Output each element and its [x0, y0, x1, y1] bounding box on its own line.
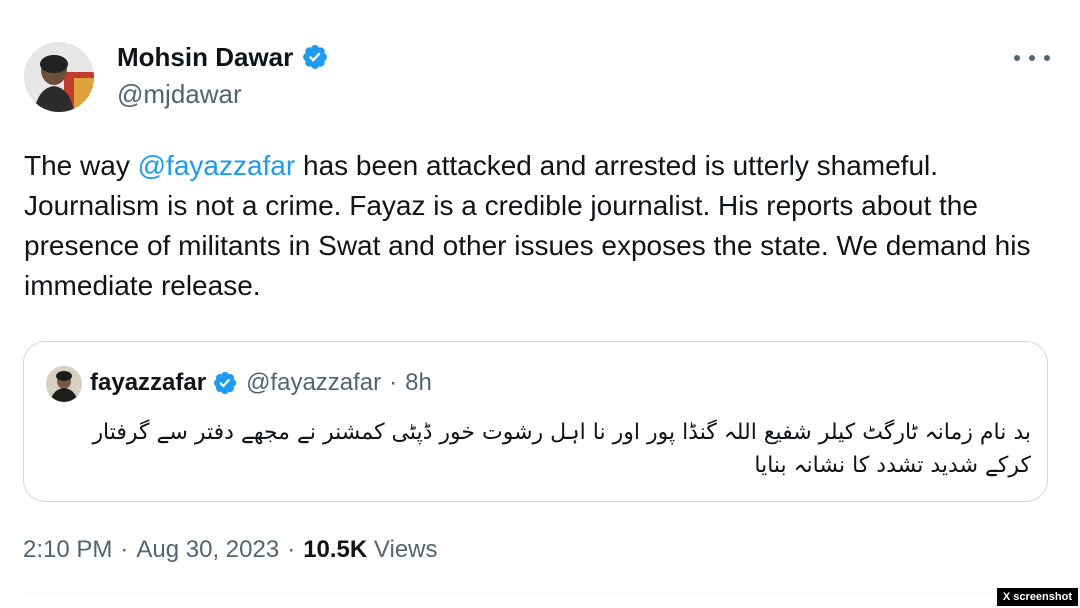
quote-text: بد نام زمانہ ٹارگٹ کیلر شفیع اللہ گنڈا پ… [92, 420, 1031, 478]
quote-author-avatar[interactable] [46, 366, 82, 402]
quote-author-name[interactable]: fayazzafar [90, 368, 206, 398]
more-dot [1014, 55, 1020, 61]
views-label: Views [373, 536, 438, 563]
divider [23, 593, 1060, 594]
author-name-row[interactable]: Mohsin Dawar [117, 42, 329, 72]
author-handle[interactable]: @mjdawar [117, 78, 242, 110]
quote-header: fayazzafar @fayazzafar · 8h [90, 368, 432, 398]
verified-badge-icon [303, 45, 328, 69]
more-options-icon[interactable] [1014, 46, 1050, 70]
tweet-meta: 2:10 PM · Aug 30, 2023 · 10.5K Views [23, 534, 438, 566]
author-avatar[interactable] [24, 42, 94, 112]
views-count: 10.5K [303, 536, 368, 563]
author-avatar-image [24, 42, 94, 112]
tweet-date[interactable]: Aug 30, 2023 [136, 536, 279, 563]
tweet-time[interactable]: 2:10 PM [23, 536, 112, 563]
more-dot [1029, 55, 1035, 61]
meta-separator: · [120, 536, 129, 563]
quote-avatar-image [46, 366, 82, 402]
tweet-text: The way @fayazzafar has been attacked an… [24, 146, 1064, 306]
quote-timestamp[interactable]: 8h [405, 368, 432, 398]
tweet-card: Mohsin Dawar @mjdawar The way @fayazzafa… [0, 0, 1080, 608]
more-dot [1044, 55, 1050, 61]
watermark-badge: X screenshot [996, 588, 1078, 606]
meta-separator: · [287, 536, 296, 563]
quoted-tweet[interactable]: fayazzafar @fayazzafar · 8h بد نام زمانہ… [23, 341, 1048, 502]
author-name[interactable]: Mohsin Dawar [117, 42, 293, 72]
verified-badge-icon [213, 371, 237, 395]
quote-author-handle[interactable]: @fayazzafar [246, 368, 381, 398]
quote-separator: · [389, 369, 398, 396]
mention-link[interactable]: @fayazzafar [138, 150, 296, 181]
tweet-text-before: The way [24, 150, 138, 181]
